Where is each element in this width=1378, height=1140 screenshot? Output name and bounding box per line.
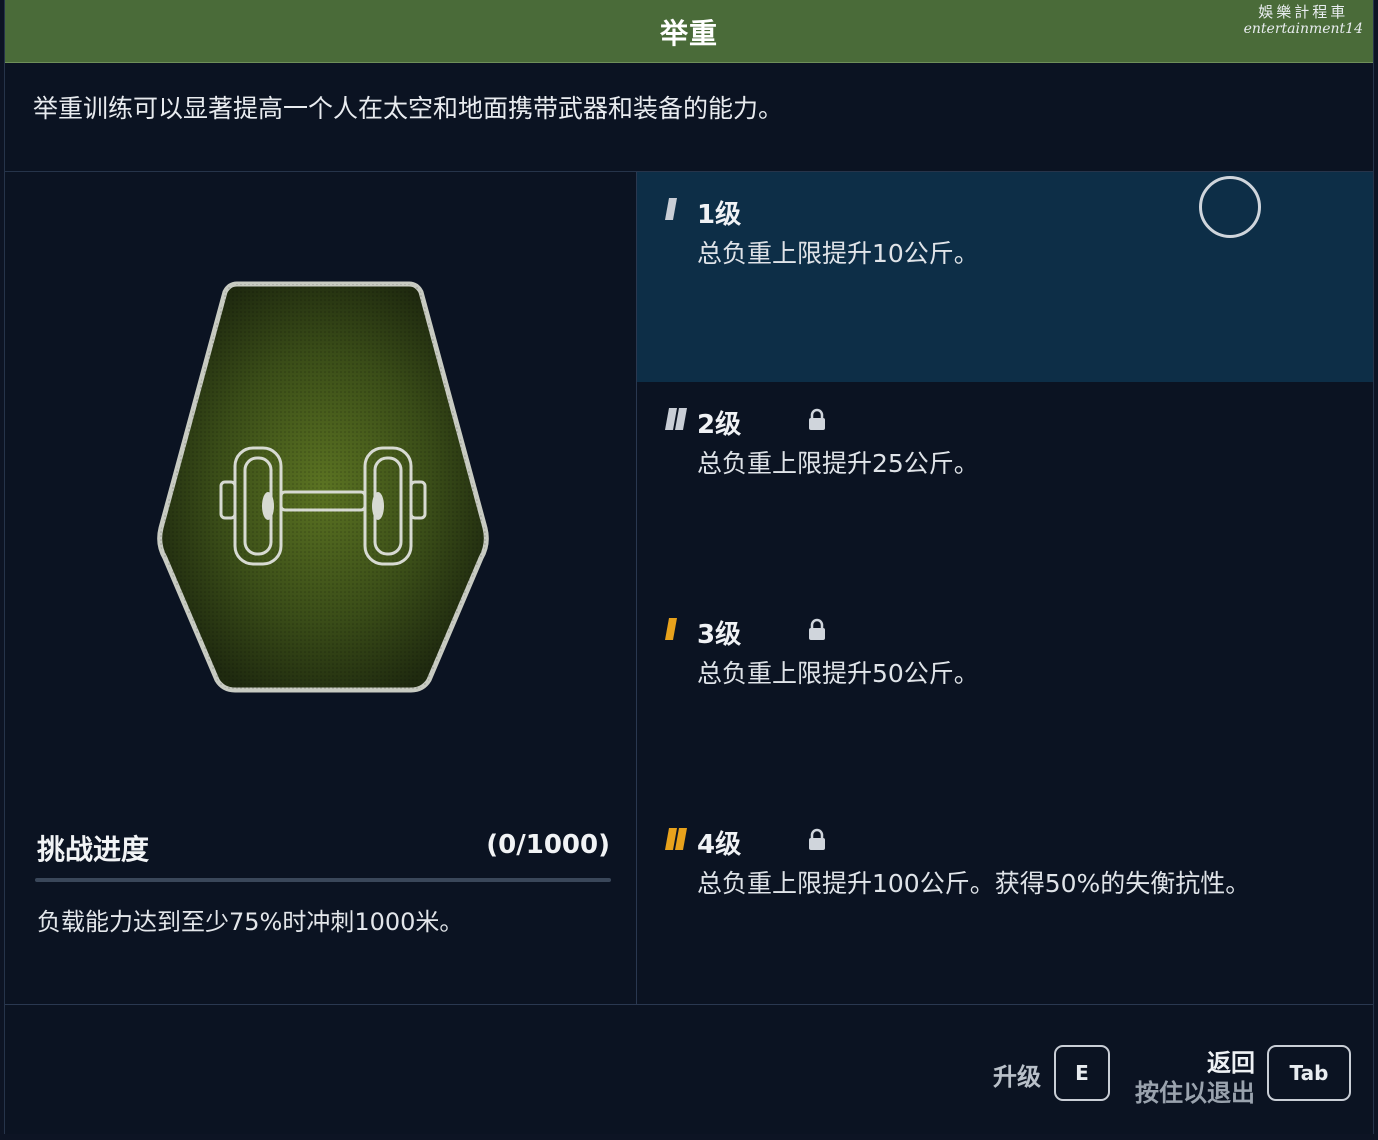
tier-marker-bar — [675, 408, 687, 430]
tier-marker-bar — [665, 198, 677, 220]
upgrade-label: 升级 — [993, 1063, 1041, 1091]
tier-marker-bar — [665, 828, 677, 850]
challenge-progress-count: (0/1000) — [486, 830, 610, 860]
tier-label: 3级 — [697, 620, 742, 650]
tier-description: 总负重上限提升50公斤。 — [697, 659, 979, 688]
select-circle-icon[interactable] — [1199, 176, 1261, 238]
challenge-description: 负载能力达到至少75%时冲刺1000米。 — [37, 908, 464, 936]
upgrade-key-button[interactable]: E — [1054, 1045, 1110, 1101]
skill-description: 举重训练可以显著提高一个人在太空和地面携带武器和装备的能力。 — [33, 94, 784, 123]
tier-label: 1级 — [697, 200, 742, 230]
footer-controls: 升级 E 返回 按住以退出 Tab — [5, 1004, 1373, 1135]
challenge-progress-bar — [35, 878, 611, 882]
tier-1[interactable]: 1级 总负重上限提升10公斤。 — [637, 172, 1373, 382]
tier-2[interactable]: 2级 总负重上限提升25公斤。 — [637, 382, 1373, 592]
tier-marker-icon — [665, 408, 687, 430]
challenge-title: 挑战进度 — [37, 833, 150, 866]
tier-description: 总负重上限提升10公斤。 — [697, 239, 979, 268]
hold-to-exit-label: 按住以退出 — [1135, 1079, 1255, 1107]
dumbbell-badge — [157, 281, 489, 693]
tier-label: 4级 — [697, 830, 742, 860]
skill-window: 举重 娛樂計程車 entertainment14 举重训练可以显著提高一个人在太… — [4, 0, 1374, 1134]
lock-icon — [809, 618, 825, 640]
back-key-button[interactable]: Tab — [1267, 1045, 1351, 1101]
watermark: 娛樂計程車 entertainment14 — [1244, 4, 1363, 38]
tier-description: 总负重上限提升25公斤。 — [697, 449, 979, 478]
tier-3[interactable]: 3级 总负重上限提升50公斤。 — [637, 592, 1373, 802]
tier-4[interactable]: 4级 总负重上限提升100公斤。获得50%的失衡抗性。 — [637, 802, 1373, 1012]
tier-marker-icon — [665, 198, 677, 220]
title-bar: 举重 娛樂計程車 entertainment14 — [5, 0, 1373, 63]
badge-panel: 挑战进度 (0/1000) 负载能力达到至少75%时冲刺1000米。 — [5, 172, 637, 1004]
watermark-line2: entertainment14 — [1243, 21, 1363, 37]
tier-description: 总负重上限提升100公斤。获得50%的失衡抗性。 — [697, 869, 1251, 898]
skill-title: 举重 — [659, 17, 718, 50]
tier-marker-icon — [665, 618, 677, 640]
watermark-line1: 娛樂計程車 — [1258, 3, 1349, 21]
tier-list: 1级 总负重上限提升10公斤。 2级 总负重上限提升25公斤。 3级 总负重上限… — [637, 172, 1373, 1004]
lock-icon — [809, 828, 825, 850]
tier-marker-bar — [665, 618, 677, 640]
description-section: 举重训练可以显著提高一个人在太空和地面携带武器和装备的能力。 — [5, 63, 1373, 172]
tier-marker-icon — [665, 828, 687, 850]
tier-marker-bar — [675, 828, 687, 850]
lock-icon — [809, 408, 825, 430]
tier-label: 2级 — [697, 410, 742, 440]
tier-marker-bar — [665, 408, 677, 430]
